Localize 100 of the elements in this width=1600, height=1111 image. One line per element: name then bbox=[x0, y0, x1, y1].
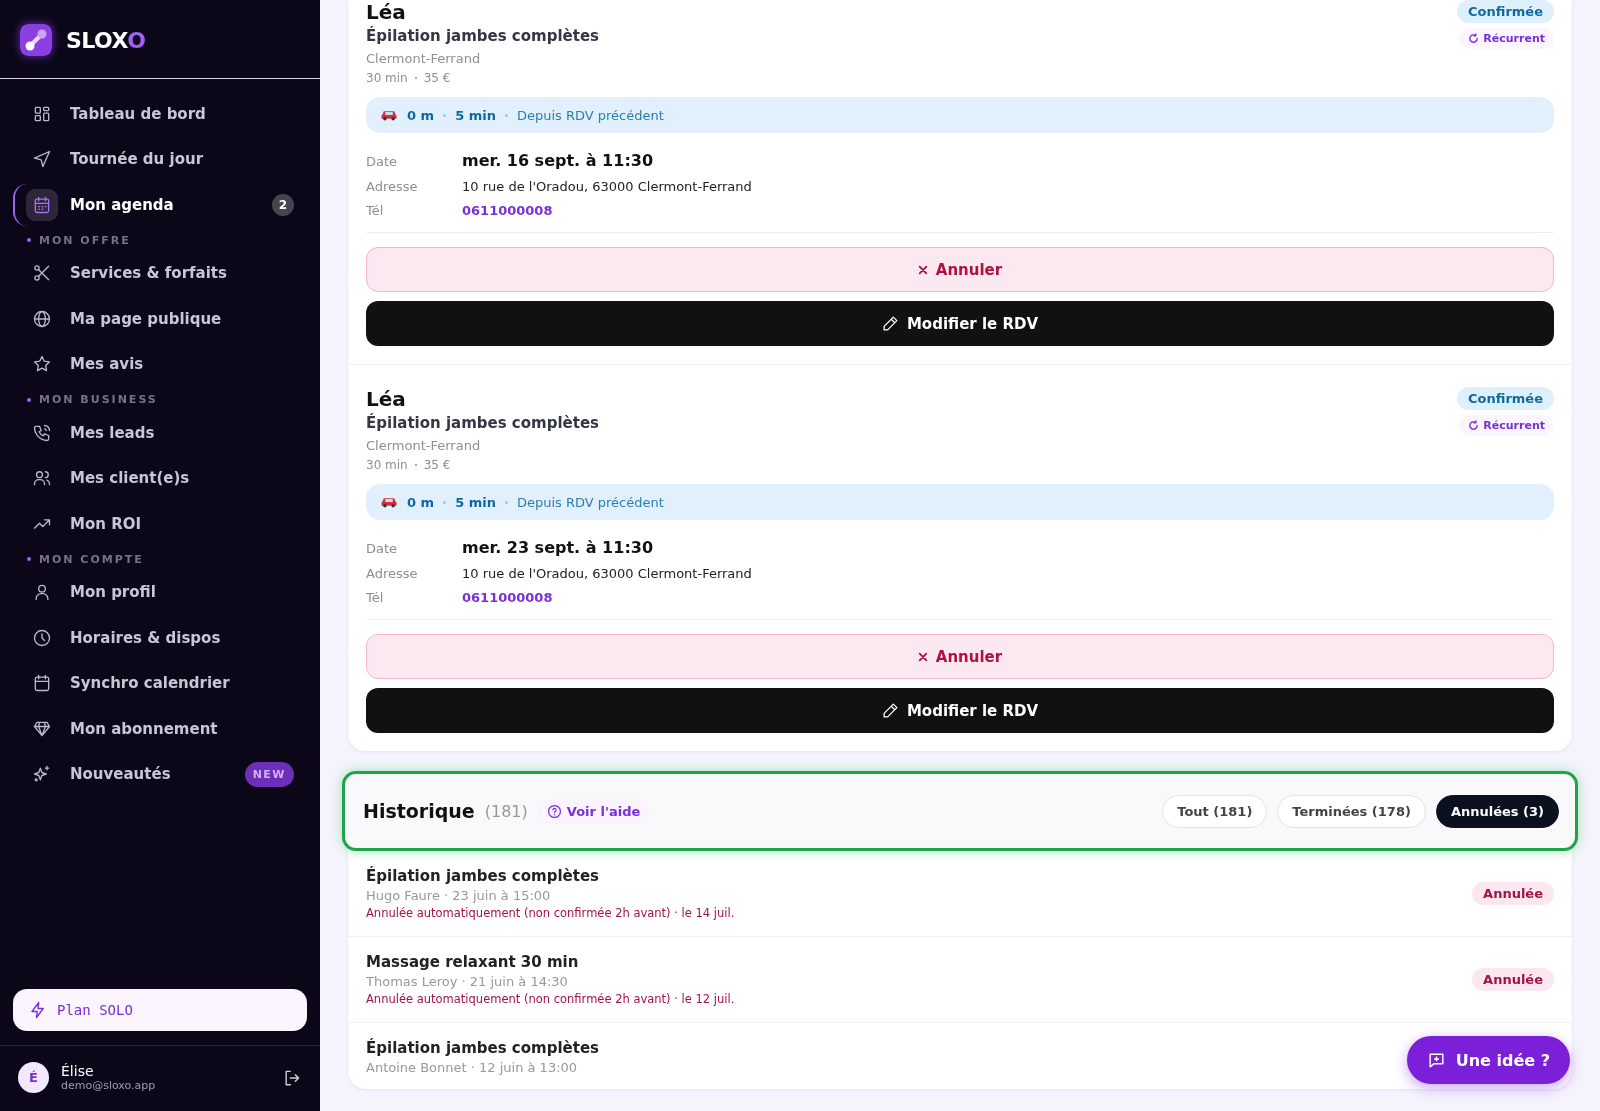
user-name: Élise bbox=[61, 1063, 95, 1079]
history-title: Historique bbox=[363, 800, 475, 822]
detail-label: Adresse bbox=[366, 179, 419, 194]
filter-tab[interactable]: Annulées (3) bbox=[1435, 794, 1559, 828]
count-badge: 2 bbox=[272, 193, 294, 216]
phone-icon bbox=[32, 422, 52, 443]
detail-value: 10 rue de l'Oradou, 63000 Clermont-Ferrand bbox=[462, 179, 753, 194]
recurring-tag: Récurrent bbox=[1459, 415, 1554, 436]
help-icon bbox=[546, 803, 562, 819]
nav-label: Mon agenda bbox=[70, 195, 175, 214]
nav-label: Tableau de bord bbox=[70, 104, 207, 123]
nav-item[interactable]: Services & forfaits bbox=[0, 250, 320, 296]
filter-tab[interactable]: Tout (181) bbox=[1162, 794, 1268, 828]
detail-value: 10 rue de l'Oradou, 63000 Clermont-Ferrand bbox=[462, 566, 753, 581]
nav-item[interactable]: Ma page publique bbox=[0, 296, 320, 342]
section-heading: MON COMPTE bbox=[0, 546, 320, 570]
cancel-button[interactable]: Annuler bbox=[366, 247, 1554, 292]
refresh-icon bbox=[1468, 33, 1480, 44]
status-badge: Confirmée bbox=[1457, 0, 1554, 23]
nav-label: Mes avis bbox=[70, 355, 145, 374]
service-name: Épilation jambes complètes bbox=[366, 27, 599, 45]
duration-text: 30 min bbox=[366, 458, 408, 472]
close-icon bbox=[917, 264, 928, 275]
avatar: É bbox=[18, 1062, 49, 1093]
nav-item[interactable]: Tableau de bord bbox=[0, 91, 320, 137]
nav-item[interactable]: Mes leads bbox=[0, 410, 320, 456]
detail-label: Tél bbox=[366, 590, 385, 605]
detail-value[interactable]: 0611000008 bbox=[462, 203, 1554, 218]
edit-button[interactable]: Modifier le RDV bbox=[366, 301, 1554, 346]
history-item-title: Épilation jambes complètes bbox=[366, 867, 600, 885]
cancel-button[interactable]: Annuler bbox=[366, 634, 1554, 679]
logo-text: SLOXO bbox=[66, 27, 146, 53]
detail-label: Date bbox=[366, 541, 399, 556]
status-badge: Confirmée bbox=[1457, 387, 1554, 410]
nav-label: Mes client(e)s bbox=[70, 469, 191, 488]
service-name: Épilation jambes complètes bbox=[366, 414, 599, 432]
cancel-reason: Annulée automatiquement (non confirmée 2h avant) · le 14 juil. bbox=[366, 906, 735, 920]
history-item-subtitle: Hugo Faure · 23 juin à 15:00 bbox=[366, 888, 552, 903]
new-badge: NEW bbox=[244, 761, 294, 787]
nav-item[interactable]: Mes avis bbox=[0, 341, 320, 387]
pencil-icon bbox=[881, 702, 899, 719]
nav-item[interactable]: Horaires & dispos bbox=[0, 615, 320, 661]
nav-label: Ma page publique bbox=[70, 309, 223, 328]
navigation-arrow-icon bbox=[32, 149, 52, 170]
nav-label: Mon profil bbox=[70, 583, 157, 602]
feedback-button[interactable]: Une idée ? bbox=[1406, 1036, 1570, 1084]
globe-icon bbox=[32, 308, 52, 329]
city-text: Clermont-Ferrand bbox=[366, 438, 482, 453]
nav-item[interactable]: Nouveautés NEW bbox=[0, 751, 320, 797]
calendar-icon bbox=[32, 194, 52, 215]
nav-item[interactable]: Tournée du jour bbox=[0, 136, 320, 182]
section-heading: MON OFFRE bbox=[0, 227, 320, 251]
detail-value: mer. 23 sept. à 11:30 bbox=[462, 538, 655, 557]
travel-time-text: 5 min bbox=[455, 107, 496, 123]
client-name: Léa bbox=[366, 387, 407, 411]
nav-item[interactable]: Mes client(e)s bbox=[0, 455, 320, 501]
history-count: (181) bbox=[484, 801, 528, 821]
logo-icon bbox=[20, 24, 52, 56]
help-link[interactable]: Voir l'aide bbox=[537, 798, 650, 824]
history-item-title: Massage relaxant 30 min bbox=[366, 953, 580, 971]
clock-icon bbox=[32, 627, 52, 648]
nav-label: Mon abonnement bbox=[70, 719, 219, 738]
history-item-title: Épilation jambes complètes bbox=[366, 1039, 599, 1057]
plan-button[interactable]: Plan SOLO bbox=[13, 989, 307, 1031]
car-icon bbox=[380, 496, 398, 508]
nav-label: Nouveautés bbox=[70, 765, 172, 784]
recurring-tag: Récurrent bbox=[1459, 28, 1554, 49]
history-item-subtitle: Antoine Bonnet · 12 juin à 13:00 bbox=[366, 1060, 579, 1075]
duration-text: 30 min bbox=[366, 71, 408, 85]
separator-dot bbox=[504, 500, 508, 504]
detail-label: Tél bbox=[366, 203, 385, 218]
nav-label: Mon ROI bbox=[70, 514, 142, 533]
user-email: demo@sloxo.app bbox=[61, 1079, 157, 1092]
detail-label: Date bbox=[366, 154, 399, 169]
refresh-icon bbox=[1468, 420, 1480, 431]
detail-value[interactable]: 0611000008 bbox=[462, 590, 1554, 605]
edit-button[interactable]: Modifier le RDV bbox=[366, 688, 1554, 733]
travel-time-text: 5 min bbox=[455, 494, 496, 510]
detail-value: mer. 16 sept. à 11:30 bbox=[462, 151, 655, 170]
nav-label: Tournée du jour bbox=[70, 150, 205, 169]
section-heading: MON BUSINESS bbox=[0, 387, 320, 410]
travel-note: Depuis RDV précédent bbox=[516, 107, 664, 123]
distance-text: 0 m bbox=[407, 107, 435, 123]
separator-dot bbox=[443, 113, 447, 117]
pencil-icon bbox=[881, 315, 899, 332]
nav-item[interactable]: Mon ROI bbox=[0, 501, 320, 547]
distance-text: 0 m bbox=[407, 494, 435, 510]
city-text: Clermont-Ferrand bbox=[366, 51, 482, 66]
cancel-reason: Annulée automatiquement (non confirmée 2h avant) · le 12 juil. bbox=[366, 992, 735, 1006]
nav-item[interactable]: Mon abonnement bbox=[0, 706, 320, 752]
client-name: Léa bbox=[366, 0, 407, 24]
nav-item[interactable]: Synchro calendrier bbox=[0, 660, 320, 706]
nav-item[interactable]: Mon profil bbox=[0, 569, 320, 615]
filter-tab[interactable]: Terminées (178) bbox=[1277, 794, 1426, 828]
calendar-icon bbox=[32, 673, 52, 694]
status-badge: Annulée bbox=[1472, 968, 1554, 991]
nav-label: Mes leads bbox=[70, 423, 156, 442]
nav-label: Services & forfaits bbox=[70, 264, 228, 283]
nav-item[interactable]: Mon agenda 2 bbox=[0, 182, 320, 228]
message-plus-icon bbox=[1426, 1050, 1446, 1070]
